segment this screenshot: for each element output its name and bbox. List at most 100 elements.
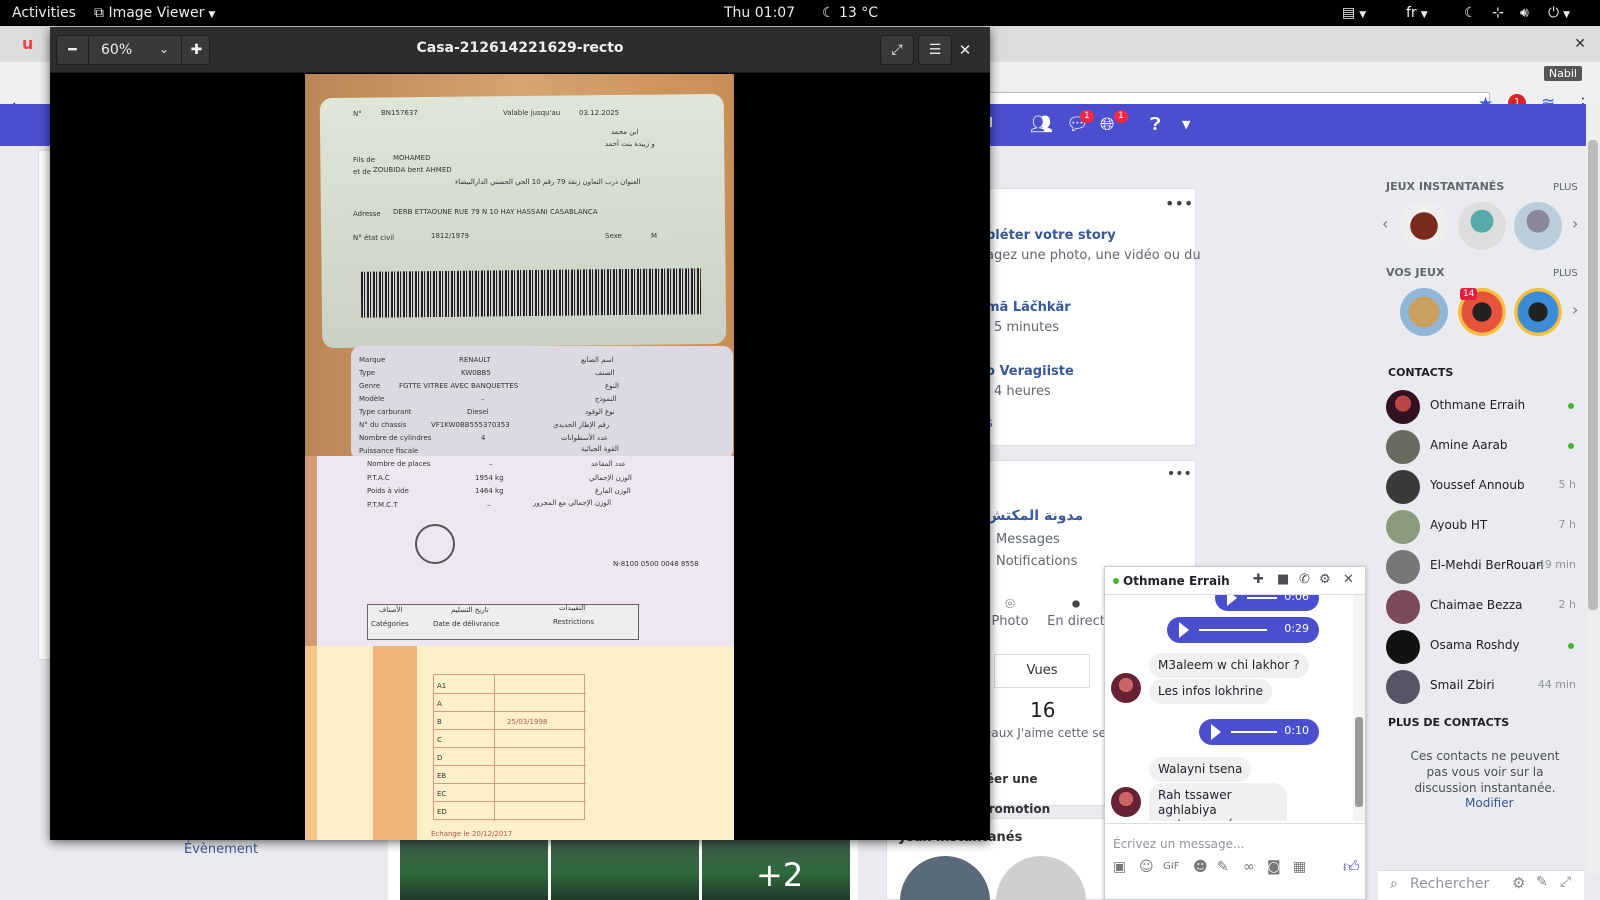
- phone-call-icon[interactable]: ✆: [1299, 572, 1310, 587]
- license-category: ED: [437, 808, 447, 816]
- contact-item[interactable]: Youssef Annoub 5 h: [1386, 468, 1576, 504]
- live-action[interactable]: ⏺ En direct: [1046, 594, 1106, 629]
- page-scrollbar-thumb[interactable]: [1588, 140, 1598, 610]
- story-item-name[interactable]: o Veragiiste: [986, 364, 1074, 379]
- event-link[interactable]: Évènement: [184, 842, 258, 857]
- contact-name: Chaimae Bezza: [1430, 598, 1523, 612]
- voice-message[interactable]: 0:06: [1215, 595, 1319, 611]
- pool-game-icon[interactable]: [1514, 288, 1562, 336]
- like-thumb-icon[interactable]: 👍︎: [1343, 857, 1360, 877]
- avatar: [1386, 670, 1420, 704]
- page-name[interactable]: مدونة المكتش: [986, 508, 1083, 524]
- weather-temp: 13 °C: [839, 5, 879, 21]
- page-notifications-link[interactable]: Notifications: [996, 554, 1077, 569]
- voice-track[interactable]: [1247, 597, 1277, 599]
- camera-icon[interactable]: ◙: [1267, 859, 1281, 875]
- notifications-globe-icon[interactable]: 🌐︎: [1100, 114, 1114, 135]
- gif-icon[interactable]: GIF: [1163, 861, 1179, 872]
- volume-icon[interactable]: 🔊︎: [1520, 0, 1529, 26]
- chevron-left-icon[interactable]: ‹: [1382, 214, 1388, 233]
- voice-message[interactable]: 0:10: [1199, 719, 1319, 745]
- table-icon[interactable]: ▦: [1293, 859, 1306, 875]
- keyboard-layout-indicator[interactable]: fr ▼: [1406, 0, 1428, 26]
- gear-icon[interactable]: ⚙: [1512, 874, 1525, 892]
- license-category: EC: [437, 790, 447, 798]
- my-games-more-link[interactable]: PLUS: [1553, 268, 1578, 279]
- castle-game-icon[interactable]: [1400, 288, 1448, 336]
- profile-badge[interactable]: Nabil: [1543, 66, 1582, 81]
- play-icon[interactable]: [1227, 595, 1237, 606]
- id-number-label: N°: [353, 110, 362, 118]
- contact-item[interactable]: Chaimae Bezza 2 h: [1386, 588, 1576, 624]
- weather-indicator[interactable]: ☾ 13 °C: [822, 0, 878, 26]
- close-icon[interactable]: ✕: [1343, 572, 1354, 587]
- instant-game-icon[interactable]: [1400, 202, 1448, 250]
- link-icon[interactable]: ∞: [1243, 859, 1255, 875]
- fullscreen-button[interactable]: ⤢: [880, 35, 914, 65]
- tab-favicon-icon[interactable]: u: [22, 34, 33, 53]
- instant-games-more-link[interactable]: PLUS: [1553, 182, 1578, 193]
- delivery-arabic: تاريخ التسليم: [451, 606, 489, 614]
- chat-scrollbar-thumb[interactable]: [1355, 717, 1363, 807]
- friend-requests-icon[interactable]: 👥︎: [1030, 114, 1053, 135]
- more-photos-count[interactable]: +2: [756, 856, 803, 894]
- story-item-name[interactable]: mā Lãčhkär: [986, 300, 1071, 315]
- modify-link[interactable]: Modifier: [1465, 796, 1514, 810]
- photo-thumbnail[interactable]: [400, 840, 548, 900]
- chevron-right-icon[interactable]: ›: [1572, 214, 1578, 233]
- video-call-icon[interactable]: ■: [1277, 572, 1289, 587]
- gear-icon[interactable]: ⚙: [1319, 572, 1331, 587]
- contact-item[interactable]: Amine Aarab: [1386, 428, 1576, 464]
- image-upload-icon[interactable]: ▣: [1113, 859, 1126, 875]
- sidebar-search-input[interactable]: Rechercher: [1410, 876, 1489, 892]
- avatar[interactable]: [1111, 673, 1141, 703]
- chat-contact-name[interactable]: Othmane Erraih: [1123, 574, 1230, 588]
- contact-name: El-Mehdi BerRouan: [1430, 558, 1544, 572]
- close-window-icon[interactable]: ✕: [1574, 36, 1586, 52]
- photo-action[interactable]: ⌾ Photo: [990, 594, 1030, 629]
- emoji-icon[interactable]: ☻: [1193, 859, 1208, 875]
- photo-thumbnail[interactable]: [551, 840, 699, 900]
- night-light-icon[interactable]: ☾: [1464, 0, 1477, 26]
- tab-vues[interactable]: Vues: [994, 654, 1090, 688]
- create-promotion-button[interactable]: réer une promotion: [980, 764, 1104, 816]
- menu-button[interactable]: ☰: [918, 35, 952, 65]
- app-menu[interactable]: ⧉ Image Viewer ▼: [94, 0, 215, 26]
- network-icon[interactable]: ⊹: [1492, 0, 1504, 26]
- attachment-icon[interactable]: ✎: [1217, 859, 1229, 875]
- contact-item[interactable]: Smail Zbiri 44 min: [1386, 668, 1576, 704]
- help-icon[interactable]: ❓︎: [1150, 114, 1161, 135]
- chat-message-input[interactable]: Écrivez un message...: [1113, 837, 1244, 851]
- contact-item[interactable]: Othmane Erraih: [1386, 388, 1576, 424]
- camera-icon: ⌾: [1005, 594, 1015, 613]
- expand-icon[interactable]: ⤢: [1560, 874, 1571, 890]
- chat-messages[interactable]: 0:06 0:29 M3aleem w chi lakhor ? Les inf…: [1105, 595, 1353, 821]
- instant-game-icon[interactable]: [1514, 202, 1562, 250]
- chat-header[interactable]: Othmane Erraih ✚ ■ ✆ ⚙ ✕: [1105, 567, 1365, 595]
- story-title[interactable]: pléter votre story: [986, 228, 1116, 243]
- chevron-right-icon[interactable]: ›: [1572, 300, 1578, 319]
- voice-track[interactable]: [1231, 731, 1277, 733]
- categories-label: Catégories: [371, 620, 409, 628]
- avatar[interactable]: [1111, 787, 1141, 817]
- contact-item[interactable]: El-Mehdi BerRouan 49 min: [1386, 548, 1576, 584]
- close-button[interactable]: ✕: [950, 35, 980, 65]
- activities-button[interactable]: Activities: [12, 0, 76, 26]
- voice-track[interactable]: [1199, 629, 1267, 631]
- contact-item[interactable]: Ayoub HT 7 h: [1386, 508, 1576, 544]
- more-options-icon[interactable]: •••: [1167, 466, 1192, 482]
- contact-item[interactable]: Osama Roshdy: [1386, 628, 1576, 664]
- add-person-icon[interactable]: ✚: [1253, 572, 1264, 587]
- clipboard-indicator[interactable]: ▤ ▼: [1342, 0, 1366, 26]
- more-options-icon[interactable]: •••: [1165, 194, 1193, 213]
- play-icon[interactable]: [1179, 622, 1189, 638]
- account-dropdown-icon[interactable]: ▼: [1182, 118, 1190, 131]
- play-icon[interactable]: [1211, 724, 1221, 740]
- page-messages-link[interactable]: Messages: [996, 532, 1060, 547]
- compose-icon[interactable]: ✎: [1536, 874, 1548, 890]
- sticker-icon[interactable]: ☺: [1139, 859, 1154, 875]
- voice-message[interactable]: 0:29: [1167, 617, 1319, 643]
- power-icon[interactable]: ⏻ ▼: [1548, 0, 1570, 26]
- clock[interactable]: Thu 01:07: [724, 0, 795, 26]
- instant-game-icon[interactable]: [1458, 202, 1506, 250]
